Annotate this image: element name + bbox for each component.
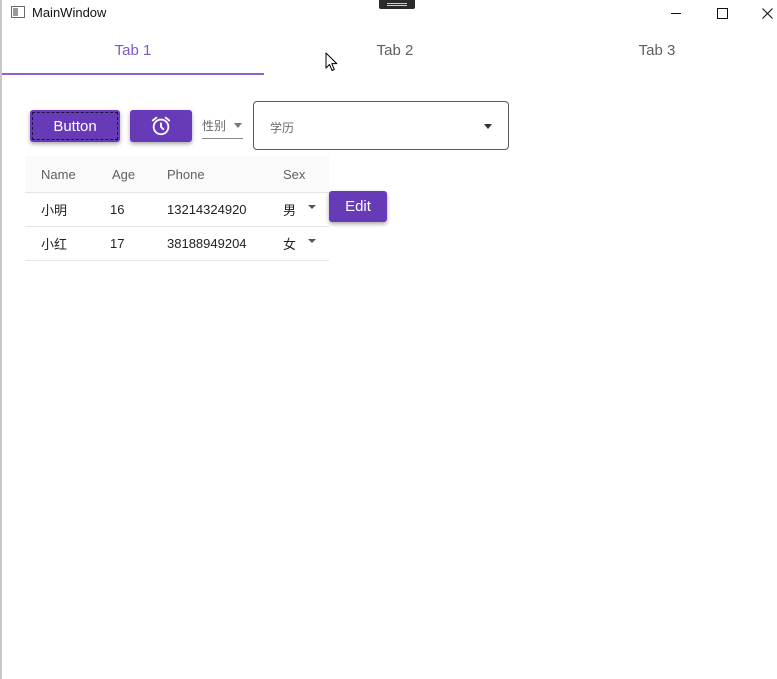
tab-bar: Tab 1 Tab 2 Tab 3 bbox=[2, 26, 777, 76]
grid-header: Name Age Phone Sex bbox=[25, 156, 329, 193]
cell-sex-value: 男 bbox=[283, 203, 297, 218]
column-header-sex[interactable]: Sex bbox=[267, 167, 329, 182]
cell-sex-combobox[interactable]: 女 bbox=[267, 234, 329, 253]
main-window: MainWindow Tab 1 Tab 2 Tab 3 Button 性别 学… bbox=[0, 0, 777, 679]
cell-phone[interactable]: 13214324920 bbox=[151, 202, 267, 217]
sex-combobox-placeholder: 性别 bbox=[202, 118, 227, 133]
maximize-button[interactable] bbox=[699, 0, 745, 26]
minimize-button[interactable] bbox=[653, 0, 699, 26]
cell-sex-value: 女 bbox=[283, 237, 297, 252]
column-header-phone[interactable]: Phone bbox=[151, 167, 267, 182]
cell-age[interactable]: 17 bbox=[94, 236, 151, 251]
cell-name[interactable]: 小红 bbox=[25, 234, 94, 253]
title-bar[interactable]: MainWindow bbox=[2, 0, 777, 26]
column-header-age[interactable]: Age bbox=[94, 167, 151, 182]
cell-sex-combobox[interactable]: 男 bbox=[267, 200, 329, 219]
education-combobox[interactable]: 学历 bbox=[253, 101, 509, 150]
column-header-name[interactable]: Name bbox=[25, 167, 94, 182]
minimize-icon bbox=[671, 12, 681, 14]
chevron-down-icon bbox=[484, 124, 492, 129]
table-row[interactable]: 小红 17 38188949204 女 bbox=[25, 227, 329, 261]
mouse-cursor-icon bbox=[325, 52, 338, 71]
tab-1[interactable]: Tab 1 bbox=[2, 26, 264, 75]
alarm-button[interactable] bbox=[130, 110, 192, 142]
drag-handle[interactable] bbox=[379, 0, 415, 9]
cell-phone[interactable]: 38188949204 bbox=[151, 236, 267, 251]
chevron-down-icon bbox=[308, 239, 316, 243]
sex-combobox[interactable]: 性别 bbox=[202, 112, 243, 139]
window-title: MainWindow bbox=[32, 5, 107, 20]
edit-button[interactable]: Edit bbox=[329, 191, 387, 222]
tab-3[interactable]: Tab 3 bbox=[526, 26, 777, 74]
cell-age[interactable]: 16 bbox=[94, 202, 151, 217]
chevron-down-icon bbox=[234, 123, 242, 128]
chevron-down-icon bbox=[308, 205, 316, 209]
alarm-clock-icon bbox=[151, 116, 171, 136]
data-grid: Name Age Phone Sex 小明 16 13214324920 男 小… bbox=[25, 156, 329, 261]
close-button[interactable] bbox=[744, 0, 777, 26]
primary-button[interactable]: Button bbox=[30, 110, 120, 142]
cell-name[interactable]: 小明 bbox=[25, 200, 94, 219]
table-row[interactable]: 小明 16 13214324920 男 bbox=[25, 193, 329, 227]
close-icon bbox=[761, 7, 773, 19]
maximize-icon bbox=[716, 7, 728, 19]
app-window-icon bbox=[11, 6, 25, 18]
education-combobox-placeholder: 学历 bbox=[270, 121, 295, 135]
tab-2[interactable]: Tab 2 bbox=[264, 26, 526, 74]
